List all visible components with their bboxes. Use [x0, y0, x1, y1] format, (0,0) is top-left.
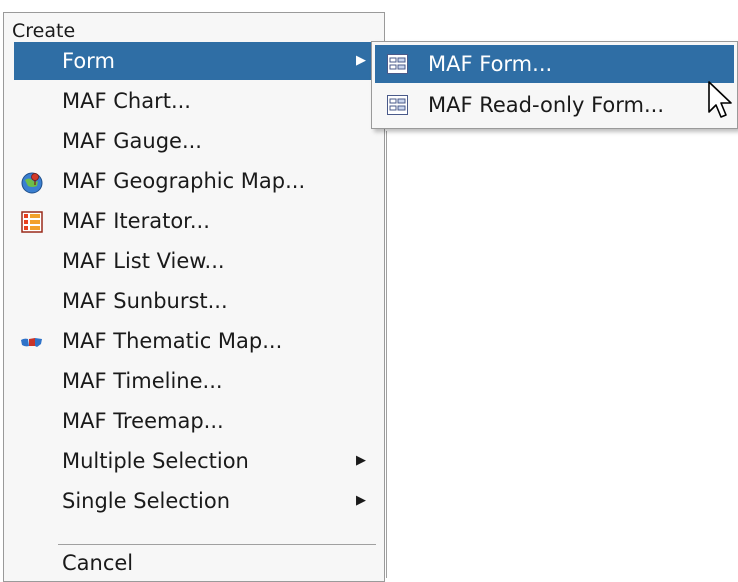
- menu-item-maf-thematic-map[interactable]: MAF Thematic Map...: [14, 322, 380, 360]
- menu-item-multiple-selection[interactable]: Multiple Selection ▶: [14, 442, 380, 480]
- menu-item-label: Form: [62, 49, 115, 73]
- mouse-pointer-icon: [708, 81, 732, 118]
- submenu-item-label: MAF Form...: [428, 52, 553, 76]
- menu-item-maf-iterator[interactable]: MAF Iterator...: [14, 202, 380, 240]
- submenu-item-label: MAF Read-only Form...: [428, 93, 664, 117]
- menu-item-single-selection[interactable]: Single Selection ▶: [14, 482, 380, 520]
- menu-item-cancel[interactable]: Cancel: [14, 544, 380, 582]
- menu-item-label: MAF Sunburst...: [62, 289, 228, 313]
- submenu-arrow-icon: ▶: [356, 493, 366, 508]
- menu-item-label: MAF Thematic Map...: [62, 329, 283, 353]
- submenu-arrow-icon: ▶: [356, 53, 366, 68]
- menu-item-maf-sunburst[interactable]: MAF Sunburst...: [14, 282, 380, 320]
- form-submenu: MAF Form... MAF Read-only Form...: [371, 41, 738, 129]
- pane-divider: [386, 131, 387, 578]
- thematic-map-icon: [21, 338, 42, 347]
- menu-item-form[interactable]: Form ▶: [14, 42, 380, 80]
- menu-item-maf-chart[interactable]: MAF Chart...: [14, 82, 380, 120]
- globe-map-icon: [21, 172, 43, 194]
- menu-item-label: MAF Treemap...: [62, 409, 224, 433]
- menu-item-maf-timeline[interactable]: MAF Timeline...: [14, 362, 380, 400]
- menu-header: Create: [12, 20, 76, 42]
- menu-item-label: MAF Chart...: [62, 89, 191, 113]
- menu-item-label: Single Selection: [62, 489, 231, 513]
- menu-item-label: MAF Timeline...: [62, 369, 223, 393]
- form-icon: [387, 54, 408, 74]
- menu-item-maf-treemap[interactable]: MAF Treemap...: [14, 402, 380, 440]
- submenu-arrow-icon: ▶: [356, 453, 366, 468]
- form-icon: [387, 95, 408, 115]
- menu-item-label: MAF Gauge...: [62, 129, 202, 153]
- menu-item-maf-geographic-map[interactable]: MAF Geographic Map...: [14, 162, 380, 200]
- menu-item-label: MAF List View...: [62, 249, 225, 273]
- create-context-menu: Create Form ▶ MAF Chart... MAF Gauge... …: [3, 12, 385, 582]
- submenu-item-maf-read-only-form[interactable]: MAF Read-only Form...: [375, 86, 734, 124]
- menu-item-label: Multiple Selection: [62, 449, 249, 473]
- menu-item-label: Cancel: [62, 551, 134, 575]
- menu-item-maf-gauge[interactable]: MAF Gauge...: [14, 122, 380, 160]
- menu-item-maf-list-view[interactable]: MAF List View...: [14, 242, 380, 280]
- submenu-item-maf-form[interactable]: MAF Form...: [375, 45, 734, 83]
- menu-item-label: MAF Iterator...: [62, 209, 210, 233]
- menu-item-label: MAF Geographic Map...: [62, 169, 306, 193]
- iterator-icon: [21, 211, 43, 233]
